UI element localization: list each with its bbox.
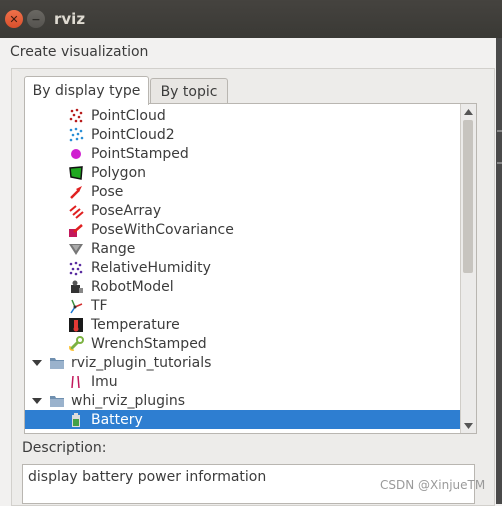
pointcloud2-icon: [68, 127, 84, 143]
expand-arrow-icon[interactable]: [31, 357, 43, 369]
wrench-icon: [68, 335, 84, 352]
polygon-icon: [68, 165, 84, 181]
point-stamped-icon: [68, 146, 84, 162]
close-button[interactable]: ✕: [5, 10, 23, 28]
background-tick: [497, 130, 502, 132]
tf-icon: [68, 298, 84, 314]
tree-item-label: Imu: [91, 373, 118, 390]
humidity-icon: [68, 260, 84, 276]
expand-arrow-icon[interactable]: [31, 395, 43, 407]
tree-item-label: Range: [91, 240, 136, 257]
pointcloud-icon: [68, 108, 84, 124]
title-bar: ✕ − rviz: [0, 0, 502, 38]
tree-item-relativehumidity[interactable]: RelativeHumidity: [25, 258, 460, 277]
tree-group-rviz-plugin-tutorials[interactable]: rviz_plugin_tutorials: [25, 353, 460, 372]
tree-item-pointstamped[interactable]: PointStamped: [25, 144, 460, 163]
battery-icon: [68, 412, 84, 428]
scroll-down-icon[interactable]: [461, 419, 476, 433]
imu-icon: [68, 374, 84, 390]
tree-item-label: Pose: [91, 183, 124, 200]
tree-item-label: WrenchStamped: [91, 335, 207, 352]
pose-array-icon: [68, 203, 84, 219]
window-title: rviz: [54, 10, 86, 28]
tree-group-label: rviz_plugin_tutorials: [71, 354, 212, 371]
tree-item-range[interactable]: Range: [25, 239, 460, 258]
range-icon: [68, 241, 84, 257]
background-window-edge: [496, 38, 502, 504]
tree-item-label: PointCloud2: [91, 126, 175, 143]
tree-item-label: RelativeHumidity: [91, 259, 211, 276]
tree-item-wrenchstamped[interactable]: WrenchStamped: [25, 334, 460, 353]
pose-icon: [68, 184, 84, 200]
tab-by-topic[interactable]: By topic: [150, 78, 228, 104]
tree-item-robotmodel[interactable]: RobotModel: [25, 277, 460, 296]
watermark: CSDN @XinjueTM: [380, 478, 486, 492]
tree-item-pose[interactable]: Pose: [25, 182, 460, 201]
tree-item-pointcloud[interactable]: PointCloud: [25, 106, 460, 125]
tree-item-temperature[interactable]: Temperature: [25, 315, 460, 334]
tree-scrollbar[interactable]: [460, 104, 476, 433]
folder-icon: [49, 393, 65, 409]
tree-group-label: whi_rviz_plugins: [71, 392, 186, 409]
tree-item-posearray[interactable]: PoseArray: [25, 201, 460, 220]
tree-item-label: Battery: [91, 411, 143, 428]
background-tick: [497, 162, 502, 164]
scroll-thumb[interactable]: [463, 120, 473, 273]
pose-covariance-icon: [68, 222, 84, 238]
description-label: Description:: [22, 440, 107, 456]
folder-icon: [49, 355, 65, 371]
tab-by-display-type[interactable]: By display type: [24, 76, 149, 105]
tree-item-polygon[interactable]: Polygon: [25, 163, 460, 182]
tree-group-whi-rviz-plugins[interactable]: whi_rviz_plugins: [25, 391, 460, 410]
tree-item-label: PointCloud: [91, 107, 166, 124]
tree-item-label: Polygon: [91, 164, 147, 181]
tree-item-posewithcovariance[interactable]: PoseWithCovariance: [25, 220, 460, 239]
tree-item-label: PoseArray: [91, 202, 162, 219]
tree-item-label: TF: [91, 297, 108, 314]
tree-item-battery[interactable]: Battery: [25, 410, 460, 429]
tree-item-label: PointStamped: [91, 145, 189, 162]
temperature-icon: [68, 317, 84, 333]
display-type-tree[interactable]: PointCloud PointCloud2 PointStamped Poly…: [24, 103, 477, 434]
minimize-button[interactable]: −: [27, 10, 45, 28]
tree-item-label: RobotModel: [91, 278, 174, 295]
tree-item-imu[interactable]: Imu: [25, 372, 460, 391]
tree-item-label: PoseWithCovariance: [91, 221, 234, 238]
dialog-label: Create visualization: [10, 44, 149, 60]
scroll-up-icon[interactable]: [461, 105, 476, 119]
tree-item-pointcloud2[interactable]: PointCloud2: [25, 125, 460, 144]
robot-model-icon: [68, 279, 84, 295]
tree-item-label: Temperature: [91, 316, 180, 333]
tree-item-tf[interactable]: TF: [25, 296, 460, 315]
